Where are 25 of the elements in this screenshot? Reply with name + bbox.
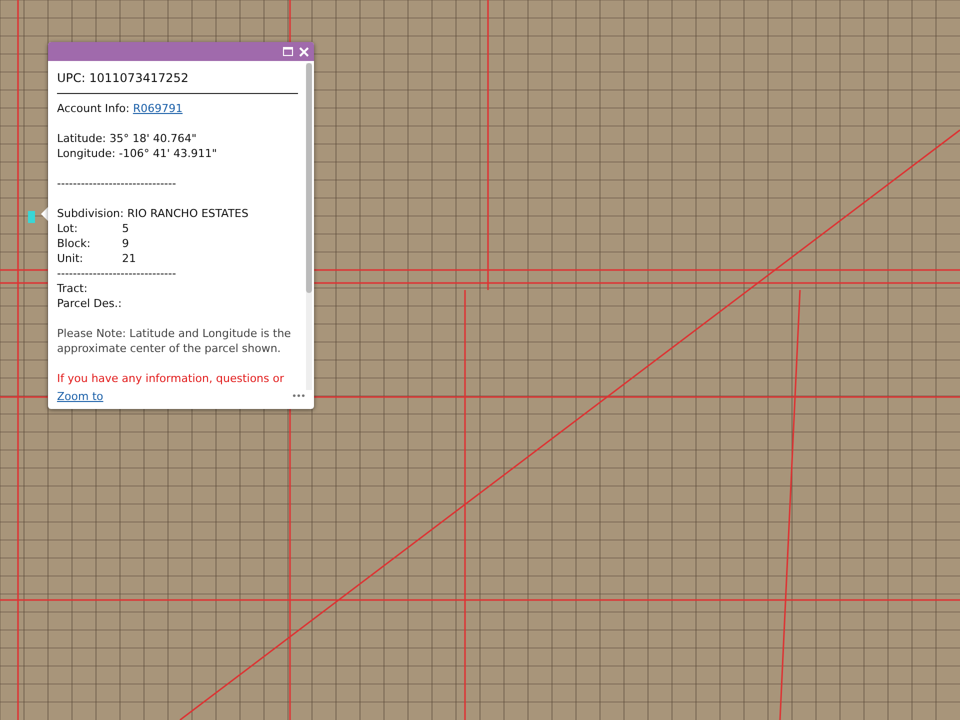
maximize-button[interactable]: [282, 46, 294, 58]
close-button[interactable]: [298, 46, 310, 58]
parcel-highlight: [28, 211, 35, 223]
detail-value: 9: [122, 236, 129, 251]
account-label: Account Info:: [57, 101, 130, 116]
detail-value: RIO RANCHO ESTATES: [127, 206, 248, 221]
coordinate-text: Longitude: -106° 41' 43.911": [57, 146, 218, 161]
detail-label: Subdivision:: [57, 206, 125, 221]
separator-text: ------------------------------: [57, 266, 178, 281]
more-button[interactable]: •••: [292, 391, 306, 402]
coordinate-text: Latitude: 35° 18' 40.764": [57, 131, 198, 146]
note-text: Please Note: Latitude and Longitude is the approximate center of the parcel shown.: [57, 326, 292, 356]
detail-label: Parcel Des.:: [57, 296, 123, 311]
detail-value: 5: [122, 221, 129, 236]
scrollbar-thumb[interactable]: [306, 63, 312, 293]
account-link[interactable]: R069791: [132, 101, 183, 116]
detail-label: Block:: [57, 236, 92, 251]
detail-label: Unit:: [57, 251, 84, 266]
detail-label: Lot:: [57, 221, 79, 236]
parcel-id: UPC: 1011073417252: [57, 71, 298, 94]
warning-text: If you have any information, questions or: [57, 371, 286, 386]
detail-label: Tract:: [57, 281, 88, 296]
detail-value: 21: [122, 251, 136, 266]
separator-text: ------------------------------: [57, 176, 178, 191]
zoom-link[interactable]: Zoom to: [57, 390, 104, 403]
